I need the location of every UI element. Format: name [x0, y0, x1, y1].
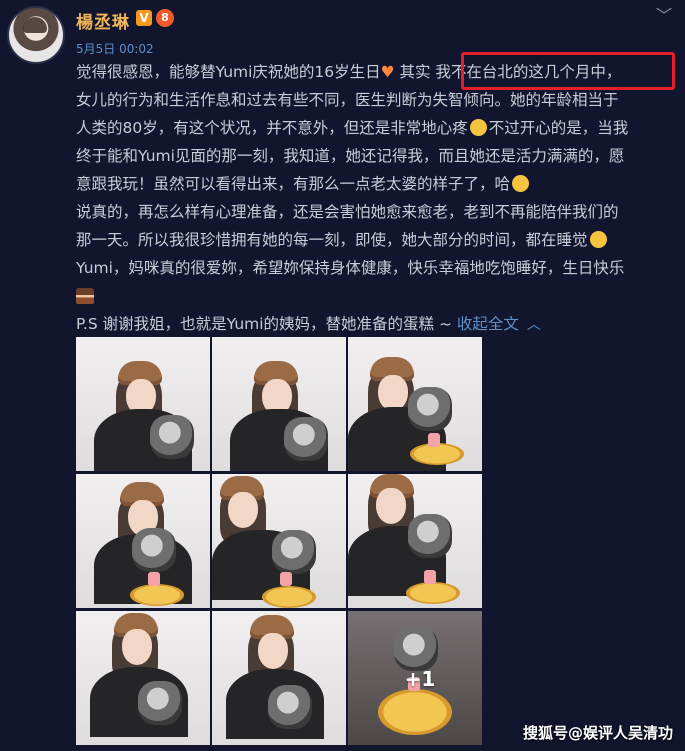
post-line: 女儿的行为和生活作息和过去有些不同，医生判断为失智倾向。她的年龄相当于 [76, 91, 619, 109]
post-line: P.S 谢谢我姐，也就是Yumi的姨妈，替她准备的蛋糕 ~ 收起全文 ︿ [76, 310, 674, 339]
more-photos-count: +1 [404, 667, 436, 691]
photo-thumbnail[interactable] [212, 611, 346, 745]
photo-thumbnail-more[interactable]: +1 [348, 611, 482, 745]
collapse-text-link[interactable]: 收起全文 [457, 315, 519, 333]
chevron-down-icon[interactable]: ﹀ [653, 2, 675, 25]
post-line: 人类的80岁，有这个状况，并不意外，但还是非常地心疼 不过开心的是，当我 [76, 114, 674, 142]
sad-face-icon [469, 119, 487, 136]
post-line: 说真的，再怎么样有心理准备，还是会害怕她愈来愈老，老到不再能陪伴我们的 [76, 203, 619, 221]
post-line [76, 282, 674, 310]
verified-badge: V [136, 10, 152, 26]
photo-thumbnail[interactable] [212, 474, 346, 608]
ps-text: P.S 谢谢我姐，也就是Yumi的姨妈，替她准备的蛋糕 ~ [76, 315, 457, 333]
post-text: 其实 [394, 63, 436, 81]
photo-thumbnail[interactable] [348, 337, 482, 471]
post-timestamp[interactable]: 5月5日 00:02 [76, 40, 154, 57]
username[interactable]: 楊丞琳 [76, 8, 130, 33]
post-line: 意跟我玩！虽然可以看得出来，有那么一点老太婆的样子了，哈 [76, 170, 674, 198]
post-text: 意跟我玩！虽然可以看得出来，有那么一点老太婆的样子了，哈 [76, 175, 511, 193]
post-text: 不过开心的是，当我 [488, 119, 629, 137]
photo-thumbnail[interactable] [76, 611, 210, 745]
avatar[interactable] [7, 6, 65, 64]
watermark: 搜狐号@娱评人吴清功 [522, 724, 673, 742]
sweat-smile-icon [589, 231, 607, 248]
post-body: 觉得很感恩，能够替Yumi庆祝她的16岁生日♥ 其实 我不在台北的这几个月中， … [76, 58, 674, 339]
laughing-face-icon [512, 175, 530, 192]
photo-thumbnail[interactable] [212, 337, 346, 471]
post-text: 人类的80岁，有这个状况，并不意外，但还是非常地心疼 [76, 119, 468, 137]
chevron-up-icon[interactable]: ︿ [527, 317, 541, 333]
highlight-annotation-box [461, 52, 675, 90]
post-line: Yumi，妈咪真的很爱妳，希望妳保持身体健康，快乐幸福地吃饱睡好，生日快乐 [76, 259, 625, 277]
heart-icon: ♥ [380, 63, 395, 81]
photo-thumbnail[interactable] [76, 474, 210, 608]
post-line: 那一天。所以我很珍惜拥有她的每一刻，即使，她大部分的时间，都在睡觉 [76, 226, 674, 254]
post-line: 终于能和Yumi见面的那一刻，我知道，她还记得我，而且她还是活力满满的，愿 [76, 147, 625, 165]
photo-thumbnail[interactable] [348, 474, 482, 608]
post-text: 那一天。所以我很珍惜拥有她的每一刻，即使，她大部分的时间，都在睡觉 [76, 231, 588, 249]
photo-grid: +1 [76, 337, 482, 751]
level-badge: 8 [156, 9, 174, 27]
photo-thumbnail[interactable] [76, 337, 210, 471]
cake-icon [76, 288, 94, 304]
post-text: 觉得很感恩，能够替Yumi庆祝她的16岁生日 [76, 63, 381, 81]
